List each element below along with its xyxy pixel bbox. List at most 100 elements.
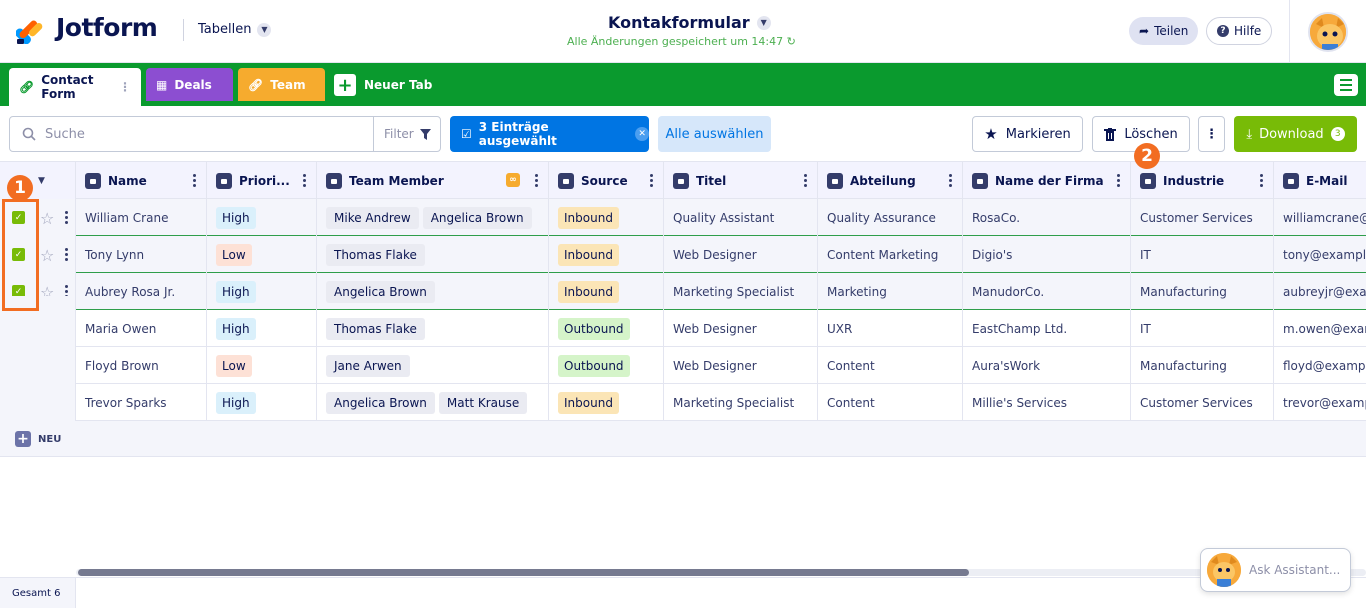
column-menu-icon[interactable]: [303, 174, 306, 187]
cell-company[interactable]: RosaCo.: [963, 199, 1131, 236]
column-header-title[interactable]: Titel: [664, 162, 818, 199]
cell-members[interactable]: Mike Andrew Angelica Brown: [317, 199, 549, 236]
cell-name[interactable]: Floyd Brown: [76, 347, 207, 384]
horizontal-scrollbar-thumb[interactable]: [78, 569, 969, 576]
tables-dropdown[interactable]: Tabellen ▼: [198, 22, 272, 37]
search-input[interactable]: Suche: [9, 116, 374, 152]
selected-entries-button[interactable]: ☑ 3 Einträge ausgewählt ✕: [450, 116, 649, 152]
column-header-dept[interactable]: Abteilung: [818, 162, 963, 199]
cell-priority[interactable]: High: [207, 199, 317, 236]
cell-priority[interactable]: High: [207, 384, 317, 421]
cell-email[interactable]: tony@example: [1274, 236, 1366, 273]
cell-industry[interactable]: Customer Services: [1131, 384, 1274, 421]
cell-industry[interactable]: IT: [1131, 236, 1274, 273]
cell-industry[interactable]: Manufacturing: [1131, 347, 1274, 384]
cell-email[interactable]: aubreyjr@exam: [1274, 273, 1366, 310]
column-menu-icon[interactable]: [804, 174, 807, 187]
cell-email[interactable]: williamcrane@: [1274, 199, 1366, 236]
drag-handle-icon[interactable]: ⋮: [119, 80, 131, 94]
cell-dept[interactable]: Content Marketing: [818, 236, 963, 273]
cell-dept[interactable]: Content: [818, 384, 963, 421]
column-header-name[interactable]: Name: [76, 162, 207, 199]
cell-name[interactable]: Aubrey Rosa Jr.: [76, 273, 207, 310]
cell-name[interactable]: Trevor Sparks: [76, 384, 207, 421]
help-button[interactable]: ? Hilfe: [1206, 17, 1273, 45]
cell-company[interactable]: Digio's: [963, 236, 1131, 273]
clear-selection-icon[interactable]: ✕: [635, 127, 649, 141]
menu-icon[interactable]: [1334, 74, 1358, 96]
cell-title[interactable]: Marketing Specialist: [664, 273, 818, 310]
row-menu-icon[interactable]: [65, 211, 68, 224]
cell-dept[interactable]: UXR: [818, 310, 963, 347]
cell-name[interactable]: Tony Lynn: [76, 236, 207, 273]
row-menu-icon[interactable]: [65, 248, 68, 261]
cell-priority[interactable]: Low: [207, 347, 317, 384]
cell-dept[interactable]: Quality Assurance: [818, 199, 963, 236]
cell-email[interactable]: m.owen@exam: [1274, 310, 1366, 347]
chevron-down-icon[interactable]: ▼: [38, 176, 45, 186]
add-row-button[interactable]: + NEU: [15, 431, 61, 447]
cell-title[interactable]: Web Designer: [664, 236, 818, 273]
share-button[interactable]: ➦ Teilen: [1129, 17, 1199, 45]
cell-industry[interactable]: IT: [1131, 310, 1274, 347]
tab-deals[interactable]: ▦ Deals: [146, 68, 233, 101]
tab-team[interactable]: 🔗︎ Team: [238, 68, 325, 101]
cell-priority[interactable]: High: [207, 273, 317, 310]
cell-source[interactable]: Outbound: [549, 347, 664, 384]
cell-email[interactable]: trevor@examp: [1274, 384, 1366, 421]
select-all-button[interactable]: Alle auswählen: [658, 116, 771, 152]
cell-industry[interactable]: Manufacturing: [1131, 273, 1274, 310]
filter-button[interactable]: Filter: [373, 116, 441, 152]
new-tab-button[interactable]: + Neuer Tab: [334, 74, 432, 96]
column-menu-icon[interactable]: [1117, 174, 1120, 187]
column-header-members[interactable]: Team Member ∞: [317, 162, 549, 199]
cell-company[interactable]: ManudorCo.: [963, 273, 1131, 310]
cell-name[interactable]: William Crane: [76, 199, 207, 236]
cell-title[interactable]: Quality Assistant: [664, 199, 818, 236]
user-avatar[interactable]: [1308, 12, 1348, 52]
cell-industry[interactable]: Customer Services: [1131, 199, 1274, 236]
table-row[interactable]: 6☆Trevor SparksHighAngelica BrownMatt Kr…: [0, 384, 1366, 421]
column-header-priority[interactable]: Priori...: [207, 162, 317, 199]
star-icon[interactable]: ☆: [40, 246, 54, 265]
cell-email[interactable]: floyd@example: [1274, 347, 1366, 384]
cell-members[interactable]: Thomas Flake: [317, 310, 549, 347]
cell-name[interactable]: Maria Owen: [76, 310, 207, 347]
cell-title[interactable]: Marketing Specialist: [664, 384, 818, 421]
cell-members[interactable]: Jane Arwen: [317, 347, 549, 384]
more-options-button[interactable]: ⋮: [1198, 116, 1225, 152]
cell-dept[interactable]: Content: [818, 347, 963, 384]
cell-source[interactable]: Inbound: [549, 384, 664, 421]
cell-company[interactable]: EastChamp Ltd.: [963, 310, 1131, 347]
ask-assistant-input[interactable]: Ask Assistant...: [1200, 548, 1351, 592]
table-row[interactable]: 4☆Maria OwenHighThomas FlakeOutboundWeb …: [0, 310, 1366, 347]
download-button[interactable]: ⤓ Download 3: [1234, 116, 1357, 152]
table-row[interactable]: ✓ ☆ Tony Lynn Low Thomas Flake Inbound Web Des…: [0, 236, 1366, 273]
cell-source[interactable]: Outbound: [549, 310, 664, 347]
cell-members[interactable]: Angelica Brown Matt Krause: [317, 384, 549, 421]
cell-source[interactable]: Inbound: [549, 199, 664, 236]
table-row[interactable]: ✓ ☆ William Crane High Mike Andrew Angelica B…: [0, 199, 1366, 236]
cell-company[interactable]: Millie's Services: [963, 384, 1131, 421]
tab-contact-form[interactable]: 🔗︎ Contact Form ⋮: [9, 68, 141, 106]
column-header-email[interactable]: E-Mail: [1274, 162, 1366, 199]
mark-button[interactable]: ★ Markieren: [972, 116, 1083, 152]
cell-title[interactable]: Web Designer: [664, 347, 818, 384]
cell-title[interactable]: Web Designer: [664, 310, 818, 347]
column-menu-icon[interactable]: [535, 174, 538, 187]
column-menu-icon[interactable]: [949, 174, 952, 187]
table-row[interactable]: 5☆Floyd BrownLowJane ArwenOutboundWeb De…: [0, 347, 1366, 384]
cell-priority[interactable]: Low: [207, 236, 317, 273]
column-header-source[interactable]: Source: [549, 162, 664, 199]
column-menu-icon[interactable]: [1260, 174, 1263, 187]
column-header-company[interactable]: Name der Firma: [963, 162, 1131, 199]
cell-company[interactable]: Aura'sWork: [963, 347, 1131, 384]
column-menu-icon[interactable]: [650, 174, 653, 187]
column-menu-icon[interactable]: [193, 174, 196, 187]
table-row[interactable]: ✓ ☆ Aubrey Rosa Jr. High Angelica Brown Inbou…: [0, 273, 1366, 310]
cell-dept[interactable]: Marketing: [818, 273, 963, 310]
cell-source[interactable]: Inbound: [549, 236, 664, 273]
form-title-dropdown[interactable]: Kontakformular ▼: [608, 13, 771, 32]
star-icon[interactable]: ☆: [40, 209, 54, 228]
cell-source[interactable]: Inbound: [549, 273, 664, 310]
